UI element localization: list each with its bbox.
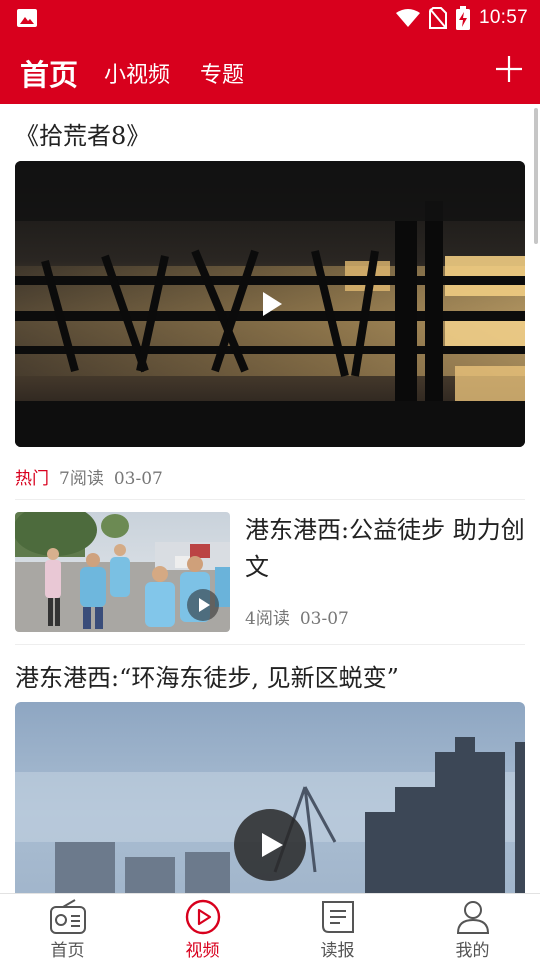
no-sim-icon xyxy=(428,7,447,29)
scrollbar[interactable] xyxy=(534,108,538,244)
tab-home[interactable]: 首页 xyxy=(20,52,78,94)
status-time: 10:57 xyxy=(478,7,528,28)
news-feed[interactable]: 《拾荒者8》 热门 7阅读 03-07 港东港西:公益徒步 助力创文 4阅读 0… xyxy=(0,104,540,893)
divider xyxy=(15,644,525,645)
video-thumbnail[interactable] xyxy=(15,512,230,632)
bottom-nav: 首页 视频 读报 我的 xyxy=(0,893,540,960)
bottom-tab-label: 我的 xyxy=(455,941,490,960)
article-title[interactable]: 港东港西:“环海东徒步, 见新区蜕变” xyxy=(15,658,399,693)
hot-tag: 热门 xyxy=(15,469,49,489)
video-thumbnail-image xyxy=(15,512,230,632)
bottom-tab-label: 读报 xyxy=(320,941,355,960)
read-count: 7阅读 xyxy=(59,469,104,489)
publish-date: 03-07 xyxy=(299,609,349,629)
battery-charging-icon xyxy=(455,6,470,30)
video-thumbnail-image xyxy=(15,702,525,893)
bottom-tab-home[interactable]: 首页 xyxy=(0,894,135,960)
app-header: 10:57 首页 小视频 专题 xyxy=(0,0,540,104)
bottom-tab-label: 视频 xyxy=(185,941,220,960)
status-bar: 10:57 xyxy=(0,0,540,36)
video-thumbnail[interactable] xyxy=(15,702,525,893)
tab-topics[interactable]: 专题 xyxy=(200,57,244,89)
article-title[interactable]: 港东港西:公益徒步 助力创文 xyxy=(245,512,525,586)
user-icon xyxy=(456,901,490,934)
plus-icon[interactable] xyxy=(496,56,522,82)
video-thumbnail-image xyxy=(15,161,525,447)
video-thumbnail[interactable] xyxy=(15,161,525,447)
read-count: 4阅读 xyxy=(245,609,290,629)
bottom-tab-video[interactable]: 视频 xyxy=(135,894,270,960)
article-title[interactable]: 《拾荒者8》 xyxy=(15,116,150,151)
tab-short-video[interactable]: 小视频 xyxy=(104,57,170,89)
bottom-tab-label: 首页 xyxy=(50,941,85,960)
publish-date: 03-07 xyxy=(113,469,163,489)
image-icon xyxy=(17,9,37,27)
top-nav: 首页 小视频 专题 xyxy=(0,36,540,104)
divider xyxy=(15,499,525,500)
newspaper-icon xyxy=(322,901,354,933)
article-meta: 4阅读 03-07 xyxy=(245,604,349,629)
bottom-tab-me[interactable]: 我的 xyxy=(405,894,540,960)
bottom-tab-newspaper[interactable]: 读报 xyxy=(270,894,405,960)
play-circle-icon xyxy=(185,899,221,935)
radio-icon xyxy=(50,899,86,934)
article-meta: 热门 7阅读 03-07 xyxy=(15,464,163,489)
wifi-icon xyxy=(395,9,420,27)
